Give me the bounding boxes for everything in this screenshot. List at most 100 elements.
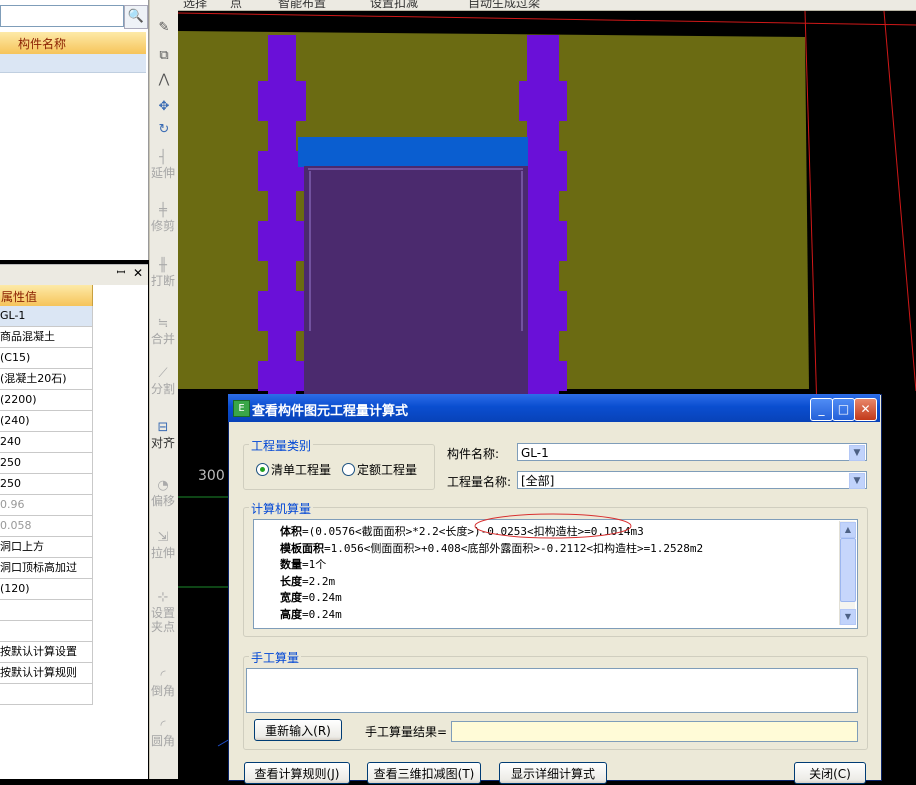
toolbar-0-icon[interactable]: ┤ xyxy=(155,150,171,166)
close-icon[interactable]: ✕ xyxy=(131,266,145,280)
toolbar-7-icon[interactable]: ⇲ xyxy=(155,530,171,546)
axis-line xyxy=(883,11,916,392)
computer-calc-group-title: 计算机算量 xyxy=(249,500,314,517)
quota-quantity-radio[interactable] xyxy=(342,463,355,476)
component-name-value: GL-1 xyxy=(521,446,549,460)
toolbar-label-3[interactable]: 合并 xyxy=(151,332,175,346)
toolbar-2-icon[interactable]: ╫ xyxy=(155,258,171,274)
app-icon: E xyxy=(233,400,250,417)
pin-icon[interactable]: ꟷ xyxy=(114,266,128,280)
toolbar-5-icon[interactable]: ⊟ xyxy=(155,420,171,436)
door-opening xyxy=(304,166,528,395)
bill-quantity-label[interactable]: 清单工程量 xyxy=(271,461,331,478)
scrollbar-thumb[interactable] xyxy=(840,538,856,602)
component-name-header-label: 构件名称 xyxy=(18,37,67,51)
toolbar-label-1[interactable]: 修剪 xyxy=(151,219,175,233)
toolbar-1-icon[interactable]: ╪ xyxy=(155,203,171,219)
property-value-cell[interactable]: 洞口顶标高加过 xyxy=(0,558,93,579)
toolbar-10-icon[interactable]: ◜ xyxy=(155,718,171,734)
reinput-button[interactable]: 重新输入(R) xyxy=(254,719,342,741)
toolbar-smart-layout[interactable]: 智能布置 xyxy=(278,0,326,10)
toolbar-label-4[interactable]: 分割 xyxy=(151,382,175,396)
property-value-cell[interactable]: 0.058 xyxy=(0,516,93,537)
toolbar-select[interactable]: 选择 xyxy=(183,0,207,10)
quantity-type-group-title: 工程量类别 xyxy=(249,437,314,454)
annotation-ellipse xyxy=(474,513,632,539)
view-3d-deduction-button[interactable]: 查看三维扣减图(T) xyxy=(367,762,481,784)
property-value-cell[interactable]: (C15) xyxy=(0,348,93,369)
property-value-cell[interactable]: 洞口上方 xyxy=(0,537,93,558)
bill-quantity-radio[interactable] xyxy=(256,463,269,476)
toolbar-set-deduction[interactable]: 设置扣减 xyxy=(370,0,418,10)
toolbar-4-icon[interactable]: ⟋ xyxy=(155,366,171,382)
view-calc-rules-button[interactable]: 查看计算规则(J) xyxy=(244,762,350,784)
top-toolbar: 选择 点 智能布置 设置扣减 自动生成过梁 xyxy=(178,0,916,11)
toolbar-point[interactable]: 点 xyxy=(230,0,242,10)
toolbar-auto-lintel[interactable]: 自动生成过梁 xyxy=(468,0,540,10)
property-value-cell[interactable] xyxy=(0,684,93,705)
quantity-name-label: 工程量名称: xyxy=(447,475,512,489)
search-input[interactable] xyxy=(0,5,124,27)
toolbar-label-0[interactable]: 延伸 xyxy=(151,166,175,180)
manual-result-field[interactable] xyxy=(451,721,858,742)
mirror-icon[interactable]: ⋀ xyxy=(156,72,172,88)
toolbar-label-5[interactable]: 对齐 xyxy=(151,436,175,450)
component-name-label: 构件名称: xyxy=(447,447,500,461)
quota-quantity-label[interactable]: 定额工程量 xyxy=(357,461,417,478)
toolbar-6-icon[interactable]: ◔ xyxy=(155,478,171,494)
property-value-cell[interactable] xyxy=(0,621,93,642)
property-value-cell[interactable]: 250 xyxy=(0,474,93,495)
calc-formula-line: 高度=0.24m xyxy=(280,606,342,622)
toolbar-label-9[interactable]: 倒角 xyxy=(151,684,175,698)
quantity-name-select[interactable]: [全部] ▼ xyxy=(517,471,867,489)
coordinate-label: 300 xyxy=(198,468,225,484)
maximize-button[interactable]: □ xyxy=(832,398,855,421)
calc-item-name: 长度 xyxy=(280,574,302,588)
toolbar-label-8[interactable]: 设置夹点 xyxy=(151,606,175,634)
property-value-cell[interactable]: 按默认计算规则 xyxy=(0,663,93,684)
calc-item-name: 模板面积 xyxy=(280,541,324,555)
property-value-cell[interactable]: (混凝土20石) xyxy=(0,369,93,390)
toolbar-9-icon[interactable]: ◜ xyxy=(155,668,171,684)
property-value-cell[interactable] xyxy=(0,600,93,621)
scroll-up-icon[interactable]: ▲ xyxy=(840,522,856,538)
manual-calc-input[interactable] xyxy=(246,668,858,713)
pen-icon[interactable]: ✎ xyxy=(156,20,172,36)
property-value-cell[interactable]: 240 xyxy=(0,432,93,453)
search-icon[interactable]: 🔍 xyxy=(124,5,148,29)
component-list-row[interactable] xyxy=(0,54,146,73)
property-value-cell[interactable]: 商品混凝土 xyxy=(0,327,93,348)
calc-formula-line: 宽度=0.24m xyxy=(280,589,342,605)
property-value-cell[interactable]: (240) xyxy=(0,411,93,432)
property-value-cell[interactable]: 0.96 xyxy=(0,495,93,516)
show-detail-formula-button[interactable]: 显示详细计算式 xyxy=(499,762,607,784)
property-value-header-label: 属性值 xyxy=(1,290,38,304)
property-value-cell[interactable]: GL-1 xyxy=(0,306,93,327)
chevron-down-icon[interactable]: ▼ xyxy=(849,445,865,461)
minimize-button[interactable]: _ xyxy=(810,398,833,421)
calc-item-name: 宽度 xyxy=(280,591,302,604)
rotate-icon[interactable]: ↻ xyxy=(156,122,172,138)
property-value-cell[interactable]: (120) xyxy=(0,579,93,600)
toolbar-label-10[interactable]: 圆角 xyxy=(151,734,175,748)
toolbar-label-6[interactable]: 偏移 xyxy=(151,494,175,508)
calc-formula-line: 模板面积=1.056<侧面面积>+0.408<底部外露面积>-0.2112<扣构… xyxy=(280,540,703,556)
property-value-cell[interactable]: (2200) xyxy=(0,390,93,411)
property-value-column-header[interactable]: 属性值 xyxy=(0,285,93,307)
move-icon[interactable]: ✥ xyxy=(156,99,172,115)
close-dialog-button[interactable]: 关闭(C) xyxy=(794,762,866,784)
toolbar-8-icon[interactable]: ⊹ xyxy=(155,590,171,606)
toolbar-label-2[interactable]: 打断 xyxy=(151,274,175,288)
calc-item-formula: =0.24m xyxy=(302,591,342,604)
property-value-cell[interactable]: 250 xyxy=(0,453,93,474)
chevron-down-icon[interactable]: ▼ xyxy=(849,473,865,489)
scroll-down-icon[interactable]: ▼ xyxy=(840,609,856,625)
property-value-cell[interactable]: 按默认计算设置 xyxy=(0,642,93,663)
close-button[interactable]: ✕ xyxy=(854,398,877,421)
copy-icon[interactable]: ⧉ xyxy=(156,48,172,64)
toolbar-3-icon[interactable]: ≒ xyxy=(155,316,171,332)
component-name-select[interactable]: GL-1 ▼ xyxy=(517,443,867,461)
manual-result-label: 手工算量结果= xyxy=(365,725,448,739)
toolbar-label-7[interactable]: 拉伸 xyxy=(151,546,175,560)
component-name-column-header[interactable]: 构件名称 xyxy=(0,32,146,55)
